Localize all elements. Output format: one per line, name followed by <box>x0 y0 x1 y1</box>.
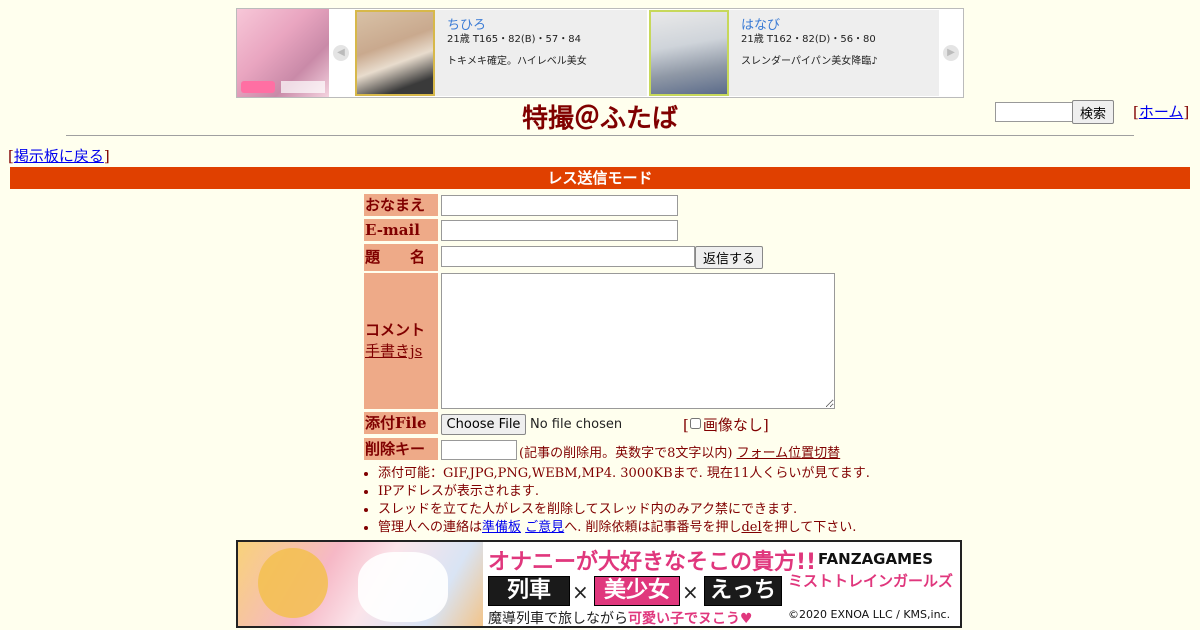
ad-card-hanabi[interactable]: はなび 21歳 T162・82(D)・56・80 スレンダーパイパン美女降臨♪ <box>649 10 939 96</box>
ad-card-description: トキメキ確定。ハイレベル美女 <box>447 56 587 67</box>
note-admin-contact: 管理人への連絡は準備板 ご意見へ. 削除依頼は記事番号を押しdelを押して下さい… <box>378 519 870 537</box>
search-input[interactable] <box>995 102 1077 122</box>
posting-notes-list: 添付可能：GIF,JPG,PNG,WEBM,MP4. 3000KBまで. 現在1… <box>362 465 870 537</box>
ad-game-logo: ミストトレインガールズ <box>788 572 954 590</box>
subject-label: 題 名 <box>364 244 438 271</box>
ad-tag-ecchi: えっち <box>704 576 782 606</box>
handwriting-js-link[interactable]: 手書きjs <box>365 342 422 360</box>
ad-times-sign: × <box>682 580 699 604</box>
name-field[interactable] <box>441 195 678 216</box>
name-label: おなまえ <box>364 194 438 216</box>
reply-mode-bar: レス送信モード <box>10 167 1190 189</box>
delete-key-label: 削除キー <box>364 438 438 460</box>
carousel-next-icon[interactable]: ▶ <box>943 45 959 61</box>
carousel-prev-icon[interactable]: ◀ <box>333 45 349 61</box>
home-link[interactable]: ホーム <box>1139 103 1184 121</box>
no-image-option: [画像なし] <box>683 416 769 434</box>
no-image-checkbox[interactable] <box>689 418 701 429</box>
comment-textarea[interactable] <box>441 273 835 409</box>
delete-key-note: (記事の削除用。英数字で8文字以内) <box>519 446 733 461</box>
ad-card-description: スレンダーパイパン美女降臨♪ <box>741 56 878 67</box>
ad-tag-train: 列車 <box>488 576 570 606</box>
ad-logo-image[interactable] <box>237 9 329 97</box>
ad-tagline-prefix: 魔導列車で旅しながら <box>488 611 628 627</box>
form-position-toggle-link[interactable]: フォーム位置切替 <box>737 446 841 461</box>
search-button[interactable]: 検索 <box>1072 100 1114 124</box>
subject-field[interactable] <box>441 246 695 267</box>
ad-brand-label: FANZAGAMES <box>818 550 934 568</box>
del-link[interactable]: del <box>741 520 761 535</box>
ad-card-stats: 21歳 T165・82(B)・57・84 <box>447 34 581 45</box>
file-label: 添付File <box>364 412 438 434</box>
email-field[interactable] <box>441 220 678 241</box>
ad-brand-text-block <box>281 81 325 93</box>
note-text: 管理人への連絡は <box>378 520 483 535</box>
note-text: へ. 削除依頼は記事番号を押し <box>564 520 742 535</box>
ad-tagline: 魔導列車で旅しながら可愛い子でヌこう♥ <box>488 608 753 627</box>
file-status-text: No file chosen <box>530 417 623 432</box>
ad-illustration <box>238 542 483 626</box>
note-text: を押して下さい. <box>761 520 857 535</box>
ad-brand-logo <box>241 81 275 93</box>
home-link-wrapper: [ホーム] <box>1133 103 1190 121</box>
note-thread-owner: スレッドを立てた人がレスを削除してスレッド内のみアク禁にできます. <box>378 501 870 519</box>
ad-tagline-highlight: 可愛い子でヌこう♥ <box>628 611 753 627</box>
delete-key-note-wrap: (記事の削除用。英数字で8文字以内) フォーム位置切替 <box>519 442 840 461</box>
ad-times-sign: × <box>572 580 589 604</box>
ad-catchphrase: オナニーが大好きなそこの貴方!! <box>488 550 817 575</box>
feedback-link[interactable]: ご意見 <box>525 520 564 535</box>
note-ip-address: IPアドレスが表示されます. <box>378 483 870 501</box>
prep-board-link[interactable]: 準備板 <box>482 520 521 535</box>
reply-submit-button[interactable]: 返信する <box>695 246 763 269</box>
ad-tag-girl: 美少女 <box>594 576 680 606</box>
ad-card-photo <box>355 10 435 96</box>
comment-label: コメント <box>365 321 426 339</box>
back-to-board-link[interactable]: 掲示板に戻る <box>14 147 104 165</box>
ad-illustration-shape <box>258 548 328 618</box>
choose-file-button[interactable]: Choose File <box>441 414 526 435</box>
bottom-ad-banner[interactable]: オナニーが大好きなそこの貴方!! 列車 × 美少女 × えっち 魔導列車で旅しな… <box>236 540 962 628</box>
ad-card-chihiro[interactable]: ちひろ 21歳 T165・82(B)・57・84 トキメキ確定。ハイレベル美女 <box>355 10 647 96</box>
ad-illustration-shape <box>358 552 448 622</box>
ad-card-photo <box>649 10 729 96</box>
top-ad-banner[interactable]: ◀ ちひろ 21歳 T165・82(B)・57・84 トキメキ確定。ハイレベル美… <box>236 8 964 98</box>
ad-copyright: ©2020 EXNOA LLC / KMS,inc. <box>788 608 951 621</box>
delete-key-field[interactable] <box>441 440 517 460</box>
no-image-label: 画像なし <box>702 416 763 434</box>
back-link-wrapper: [掲示板に戻る] <box>8 147 110 165</box>
email-label: E-mail <box>364 219 438 241</box>
note-attachments: 添付可能：GIF,JPG,PNG,WEBM,MP4. 3000KBまで. 現在1… <box>378 465 870 483</box>
ad-card-stats: 21歳 T162・82(D)・56・80 <box>741 34 876 45</box>
comment-label-cell: コメント 手書きjs <box>364 273 438 409</box>
header-divider <box>66 135 1134 136</box>
